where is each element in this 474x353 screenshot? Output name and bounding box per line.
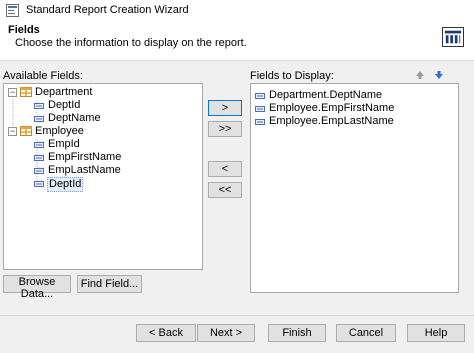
cancel-button[interactable]: Cancel — [336, 324, 396, 342]
display-field-label: Department.DeptName — [269, 89, 383, 101]
tree-node-department[interactable]: − Department — [4, 86, 202, 99]
window-title: Standard Report Creation Wizard — [26, 4, 189, 16]
tree-field-empid[interactable]: EmpId — [4, 138, 202, 151]
report-columns-icon — [442, 27, 464, 47]
tree-node-label: Employee — [35, 125, 84, 137]
tree-node-label: DeptName — [48, 112, 101, 124]
display-field-item[interactable]: Employee.EmpFirstName — [251, 102, 458, 115]
fields-to-display-list[interactable]: Department.DeptName Employee.EmpFirstNam… — [250, 83, 459, 293]
tree-node-employee[interactable]: − Employee — [4, 125, 202, 138]
find-field-button[interactable]: Find Field... — [77, 275, 142, 293]
tree-node-label: Department — [35, 86, 93, 98]
tree-node-label: EmpId — [48, 138, 80, 150]
tree-field-deptid[interactable]: DeptId — [4, 99, 202, 112]
tree-field-emplastname[interactable]: EmpLastName — [4, 164, 202, 177]
field-icon — [34, 181, 44, 187]
field-icon — [255, 119, 265, 125]
browse-data-button[interactable]: Browse Data... — [3, 275, 71, 300]
tree-node-label: EmpFirstName — [48, 151, 122, 163]
tree-field-deptname[interactable]: DeptName — [4, 112, 202, 125]
field-icon — [255, 106, 265, 112]
add-field-button[interactable]: > — [208, 100, 242, 116]
page-description: Choose the information to display on the… — [15, 37, 247, 49]
tree-field-deptid-employee[interactable]: DeptId — [4, 177, 202, 192]
field-icon — [34, 142, 44, 148]
table-icon — [20, 87, 32, 97]
collapse-employee-icon[interactable]: − — [8, 127, 17, 136]
available-fields-label: Available Fields: — [3, 70, 83, 82]
available-fields-tree[interactable]: − Department DeptId DeptName − Employee … — [3, 83, 203, 270]
table-icon — [20, 126, 32, 136]
finish-button[interactable]: Finish — [268, 324, 326, 342]
tree-field-empfirstname[interactable]: EmpFirstName — [4, 151, 202, 164]
field-icon — [34, 155, 44, 161]
field-icon — [34, 103, 44, 109]
footer-divider — [0, 315, 474, 316]
arrow-down-icon[interactable] — [433, 69, 445, 81]
help-button[interactable]: Help — [407, 324, 465, 342]
tree-node-label: DeptId — [48, 99, 81, 111]
arrow-up-icon[interactable] — [414, 69, 426, 81]
wizard-header: Fields Choose the information to display… — [0, 21, 474, 61]
field-icon — [34, 116, 44, 122]
fields-to-display-label: Fields to Display: — [250, 70, 334, 82]
remove-field-button[interactable]: < — [208, 161, 242, 177]
collapse-department-icon[interactable]: − — [8, 88, 17, 97]
page-title: Fields — [8, 24, 40, 36]
field-icon — [34, 168, 44, 174]
display-field-label: Employee.EmpLastName — [269, 115, 394, 127]
tree-node-label: EmpLastName — [48, 164, 121, 176]
back-button[interactable]: < Back — [136, 324, 196, 342]
display-field-item[interactable]: Department.DeptName — [251, 89, 458, 102]
display-field-label: Employee.EmpFirstName — [269, 102, 395, 114]
tree-node-label-selected: DeptId — [47, 177, 84, 192]
remove-all-fields-button[interactable]: << — [208, 182, 242, 198]
next-button[interactable]: Next > — [197, 324, 255, 342]
display-field-item[interactable]: Employee.EmpLastName — [251, 115, 458, 128]
wizard-icon — [6, 4, 19, 17]
field-icon — [255, 93, 265, 99]
add-all-fields-button[interactable]: >> — [208, 121, 242, 137]
title-bar: Standard Report Creation Wizard — [0, 0, 474, 21]
